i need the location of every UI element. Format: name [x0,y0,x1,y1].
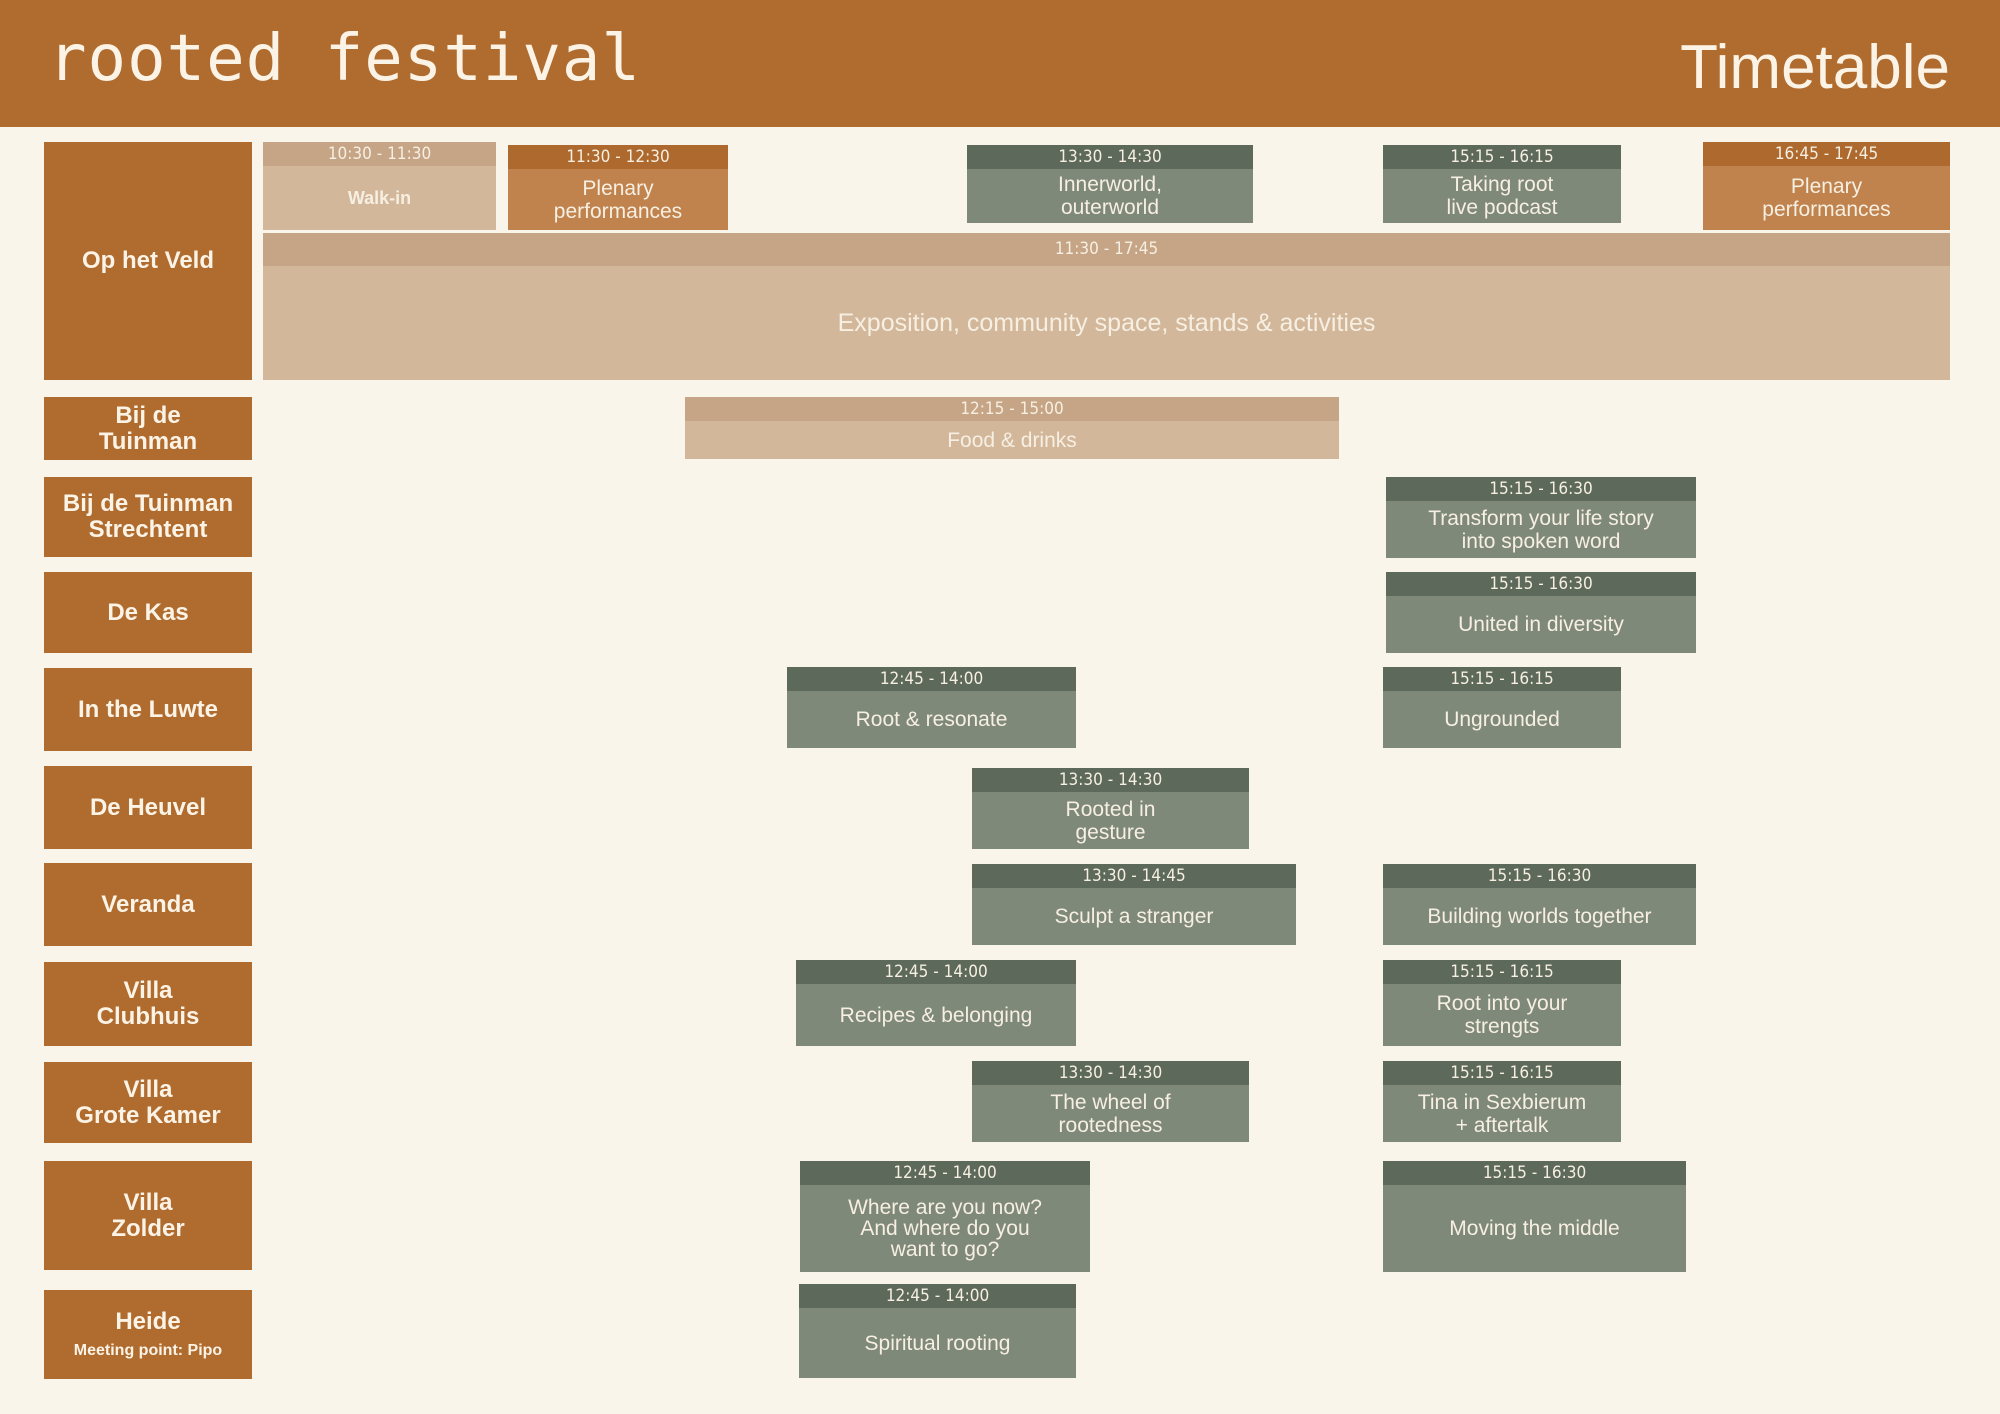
page-title: Timetable [1680,33,1950,102]
room-label-op-het-veld: Op het Veld [44,142,252,380]
event-time: 15:15 - 16:30 [1383,1161,1686,1185]
event-title: Rooted in gesture [1065,797,1156,844]
room-label-villa-clubhuis: Villa Clubhuis [44,962,252,1046]
room-label-bij-de-tuinman: Bij de Tuinman [44,397,252,460]
room-label-in-the-luwte: In the Luwte [44,668,252,751]
event-time: 12:45 - 14:00 [796,960,1076,984]
event-sculpt-a-stranger[interactable]: 13:30 - 14:45 Sculpt a stranger [972,864,1296,945]
event-title: Food & drinks [947,428,1077,452]
event-title: Ungrounded [1444,708,1560,731]
event-transform-life-story[interactable]: 15:15 - 16:30 Transform your life story … [1386,477,1696,558]
event-title: Where are you now? And where do you want… [848,1196,1042,1261]
event-title: Walk-in [347,187,412,208]
festival-logo: rooted festival [48,22,641,96]
event-title: Plenary performances [1762,175,1891,221]
room-label-bij-de-tuinman-strechtent: Bij de Tuinman Strechtent [44,477,252,557]
room-label-de-heuvel: De Heuvel [44,766,252,849]
room-label-villa-zolder: Villa Zolder [44,1161,252,1270]
event-title: The wheel of rootedness [1050,1090,1171,1137]
event-wheel-of-rootedness[interactable]: 13:30 - 14:30 The wheel of rootedness [972,1061,1249,1142]
event-recipes-belonging[interactable]: 12:45 - 14:00 Recipes & belonging [796,960,1076,1046]
event-title: Transform your life story into spoken wo… [1428,506,1654,553]
event-time: 13:30 - 14:45 [972,864,1296,888]
event-spiritual-rooting[interactable]: 12:45 - 14:00 Spiritual rooting [799,1284,1076,1378]
header-bar: rooted festival Timetable [0,0,2000,127]
event-title: Plenary performances [553,176,683,223]
event-united-in-diversity[interactable]: 15:15 - 16:30 United in diversity [1386,572,1696,653]
event-moving-the-middle[interactable]: 15:15 - 16:30 Moving the middle [1383,1161,1686,1272]
event-rooted-in-gesture[interactable]: 13:30 - 14:30 Rooted in gesture [972,768,1249,849]
event-time: 12:45 - 14:00 [787,667,1076,691]
event-title: Taking root live podcast [1446,173,1558,219]
event-title: Recipes & belonging [839,1003,1033,1027]
meeting-point-note: Meeting point: Pipo [73,1341,223,1359]
event-time: 11:30 - 12:30 [508,145,728,169]
event-title: Spiritual rooting [864,1331,1011,1355]
event-time: 12:15 - 15:00 [685,397,1339,421]
room-label-villa-grote-kamer: Villa Grote Kamer [44,1062,252,1143]
room-label-heide: Heide Meeting point: Pipo [44,1290,252,1379]
event-root-into-strengths[interactable]: 15:15 - 16:15 Root into your strengts [1383,960,1621,1046]
event-ungrounded[interactable]: 15:15 - 16:15 Ungrounded [1383,667,1621,748]
event-time: 12:45 - 14:00 [800,1161,1090,1185]
event-title: Building worlds together [1427,905,1652,928]
event-time: 13:30 - 14:30 [967,145,1253,169]
event-time: 15:15 - 16:30 [1386,477,1696,501]
event-time: 15:15 - 16:15 [1383,960,1621,984]
event-taking-root-podcast[interactable]: 15:15 - 16:15 Taking root live podcast [1383,145,1621,223]
event-building-worlds[interactable]: 15:15 - 16:30 Building worlds together [1383,864,1696,945]
event-title: Root into your strengts [1436,992,1568,1038]
event-title: Moving the middle [1449,1217,1620,1240]
event-food-drinks[interactable]: 12:15 - 15:00 Food & drinks [685,397,1339,459]
event-title: Exposition, community space, stands & ac… [837,308,1376,337]
event-exposition[interactable]: 11:30 - 17:45 Exposition, community spac… [263,233,1950,380]
event-title: Tina in Sexbierum + aftertalk [1417,1090,1587,1137]
event-time: 10:30 - 11:30 [263,142,496,166]
event-walk-in[interactable]: 10:30 - 11:30 Walk-in [263,142,496,230]
event-time: 13:30 - 14:30 [972,768,1249,792]
room-label-veranda: Veranda [44,863,252,946]
event-where-are-you-now[interactable]: 12:45 - 14:00 Where are you now? And whe… [800,1161,1090,1272]
event-time: 15:15 - 16:15 [1383,1061,1621,1085]
event-time: 12:45 - 14:00 [799,1284,1076,1308]
event-tina-in-sexbierum[interactable]: 15:15 - 16:15 Tina in Sexbierum + aftert… [1383,1061,1621,1142]
room-label-de-kas: De Kas [44,572,252,653]
event-time: 15:15 - 16:30 [1383,864,1696,888]
event-title: Root & resonate [855,708,1008,731]
event-title: Innerworld, outerworld [1058,173,1162,219]
event-title: United in diversity [1458,613,1624,636]
event-innerworld-outerworld[interactable]: 13:30 - 14:30 Innerworld, outerworld [967,145,1253,223]
event-root-resonate[interactable]: 12:45 - 14:00 Root & resonate [787,667,1076,748]
event-plenary-morning[interactable]: 11:30 - 12:30 Plenary performances [508,145,728,230]
event-time: 13:30 - 14:30 [972,1061,1249,1085]
event-time: 16:45 - 17:45 [1703,142,1950,166]
event-time: 11:30 - 17:45 [263,233,1950,266]
event-title: Sculpt a stranger [1054,905,1214,928]
event-plenary-evening[interactable]: 16:45 - 17:45 Plenary performances [1703,142,1950,230]
event-time: 15:15 - 16:30 [1386,572,1696,596]
event-time: 15:15 - 16:15 [1383,667,1621,691]
event-time: 15:15 - 16:15 [1383,145,1621,169]
